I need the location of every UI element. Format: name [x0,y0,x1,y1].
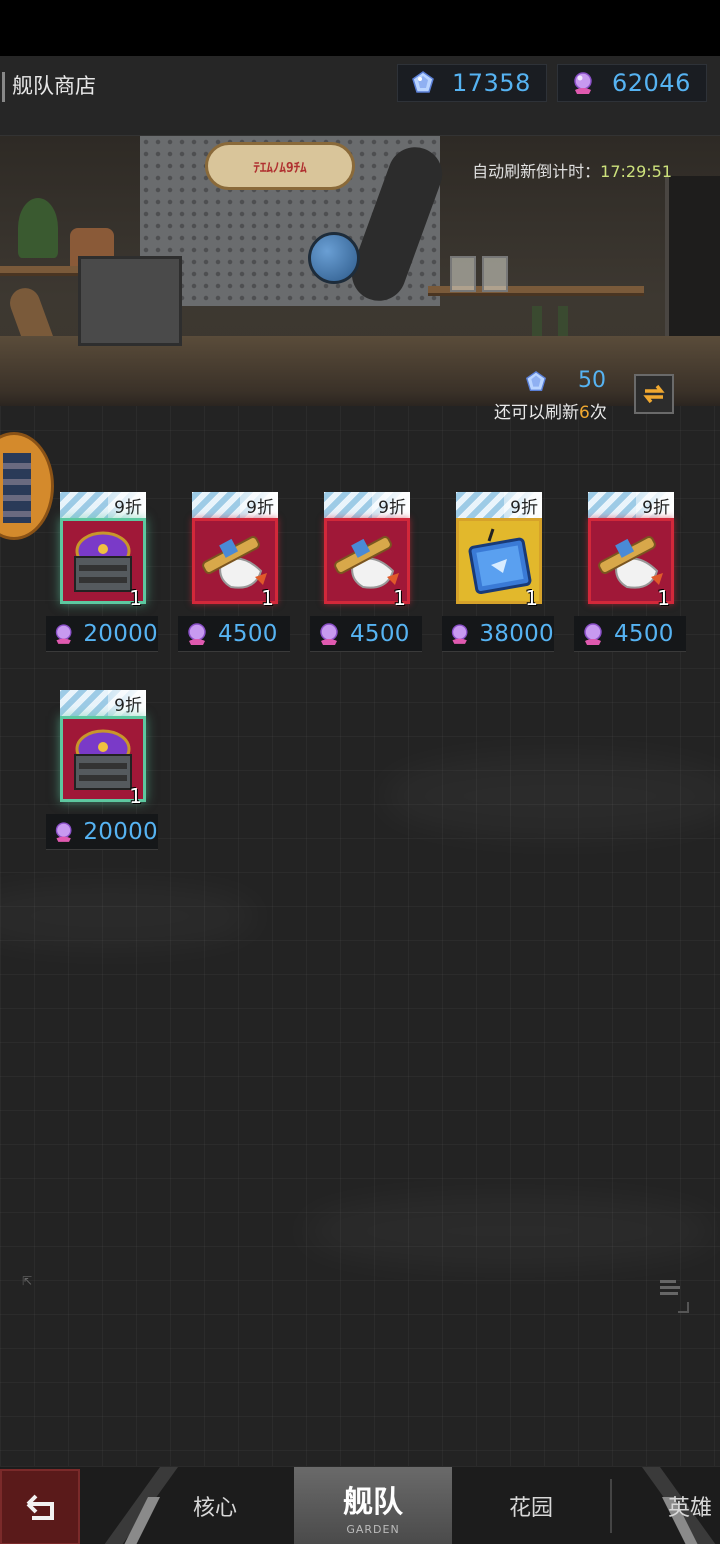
tab-heroes[interactable]: 英雄 [650,1467,720,1544]
discount-tag: 9折 [60,690,146,716]
crystal-currency-display[interactable]: 62046 [557,64,707,102]
item-price: 20000 [83,818,158,845]
discount-label: 9折 [246,498,274,518]
shop-sign: ﾃｴﾑﾉﾑ9ﾁﾑ [205,142,355,190]
price-tag: 4500 [574,616,686,652]
bottom-navigation: 核心 舰队 GARDEN 花园 英雄 [0,1466,720,1544]
manual-refresh-panel: 50 还可以刷新6次 [0,364,720,423]
background-smudge [300,1196,720,1266]
globe-decoration [308,232,360,284]
tab-garden[interactable]: 花园 [476,1467,586,1544]
price-tag: 4500 [178,616,290,652]
price-tag: 4500 [310,616,422,652]
corner-expand-icon: ⇱ [22,1274,33,1288]
window-decoration [665,176,720,336]
back-button[interactable] [0,1469,80,1544]
price-tag: 20000 [46,616,158,652]
refresh-text-after: 次 [589,403,607,423]
discount-label: 9折 [114,696,142,716]
item-quantity: 1 [657,586,670,610]
shop-item-6[interactable]: 9折 1 20000 [46,690,158,854]
diamond-currency-display[interactable]: 17358 [397,64,547,102]
discount-tag: 9折 [456,492,542,518]
tab-fleet-sublabel: GARDEN [346,1522,400,1536]
pink-crystal-icon [55,821,72,842]
tab-core[interactable]: 核心 [160,1467,270,1544]
discount-tag: 9折 [588,492,674,518]
pink-crystal-icon [188,622,206,645]
discount-label: 9折 [642,498,670,518]
cash-register [78,256,182,346]
countdown-label: 自动刷新倒计时： [472,162,601,181]
pink-crystal-icon [584,622,602,645]
diamond-count: 17358 [452,69,531,97]
item-quantity: 1 [129,784,142,808]
tab-fleet-label: 舰队 [343,1484,403,1520]
item-price: 20000 [83,620,158,647]
diamond-gem-icon [412,71,434,93]
discount-label: 9折 [510,498,538,518]
back-arrow-icon [26,1494,54,1520]
pink-crystal-icon [574,72,592,94]
shop-item-3[interactable]: 9折 1 4500 [310,492,422,656]
stats-bars-icon [660,1280,689,1313]
page-title: 舰队商店 [12,74,96,98]
title-accent-bar [2,72,5,102]
status-bar [0,0,720,56]
background-smudge [380,756,720,836]
nav-divider [610,1479,612,1533]
item-quantity: 1 [261,586,274,610]
item-price: 38000 [479,620,554,647]
tab-fleet[interactable]: 舰队 GARDEN [294,1467,452,1544]
discount-label: 9折 [114,498,142,518]
shop-item-5[interactable]: 9折 1 4500 [574,492,686,656]
refresh-text-before: 还可以刷新 [494,403,579,423]
jar-decoration [450,256,476,292]
item-price: 4500 [350,620,410,647]
pink-crystal-icon [55,623,72,644]
discount-tag: 9折 [192,492,278,518]
item-quantity: 1 [525,586,538,610]
discount-tag: 9折 [324,492,410,518]
shop-item-2[interactable]: 9折 1 4500 [178,492,290,656]
refresh-remaining-count: 6 [579,403,590,423]
background-smudge [0,886,260,946]
price-tag: 20000 [46,814,158,850]
pink-crystal-icon [451,623,468,644]
discount-label: 9折 [378,498,406,518]
refresh-arrows-icon [643,384,665,404]
shop-item-4[interactable]: 9折 1 38000 [442,492,554,656]
item-quantity: 1 [129,586,142,610]
item-price: 4500 [614,620,674,647]
item-price: 4500 [218,620,278,647]
pink-crystal-icon [320,622,338,645]
discount-tag: 9折 [60,492,146,518]
shop-item-1[interactable]: 9折 1 20000 [46,492,158,656]
auto-refresh-countdown: 自动刷新倒计时：17:29:51 [472,158,672,182]
potted-plant [18,198,58,258]
shopkeeper-sprite [3,453,31,523]
crystal-count: 62046 [612,69,691,97]
price-tag: 38000 [442,616,554,652]
jar-decoration [482,256,508,292]
refresh-remaining-text: 还可以刷新6次 [494,398,607,423]
refresh-cost: 50 [578,368,606,393]
item-quantity: 1 [393,586,406,610]
refresh-button[interactable] [634,374,674,414]
countdown-time: 17:29:51 [600,162,672,181]
diamond-gem-icon [525,371,547,391]
fleet-shop-screen: 舰队商店 17358 62046 ﾃｴﾑﾉﾑ9ﾁﾑ 自动刷新倒计时：17:29:… [0,56,720,1544]
shop-header: 舰队商店 17358 62046 [0,56,720,136]
shop-sign-text: ﾃｴﾑﾉﾑ9ﾁﾑ [253,161,307,176]
